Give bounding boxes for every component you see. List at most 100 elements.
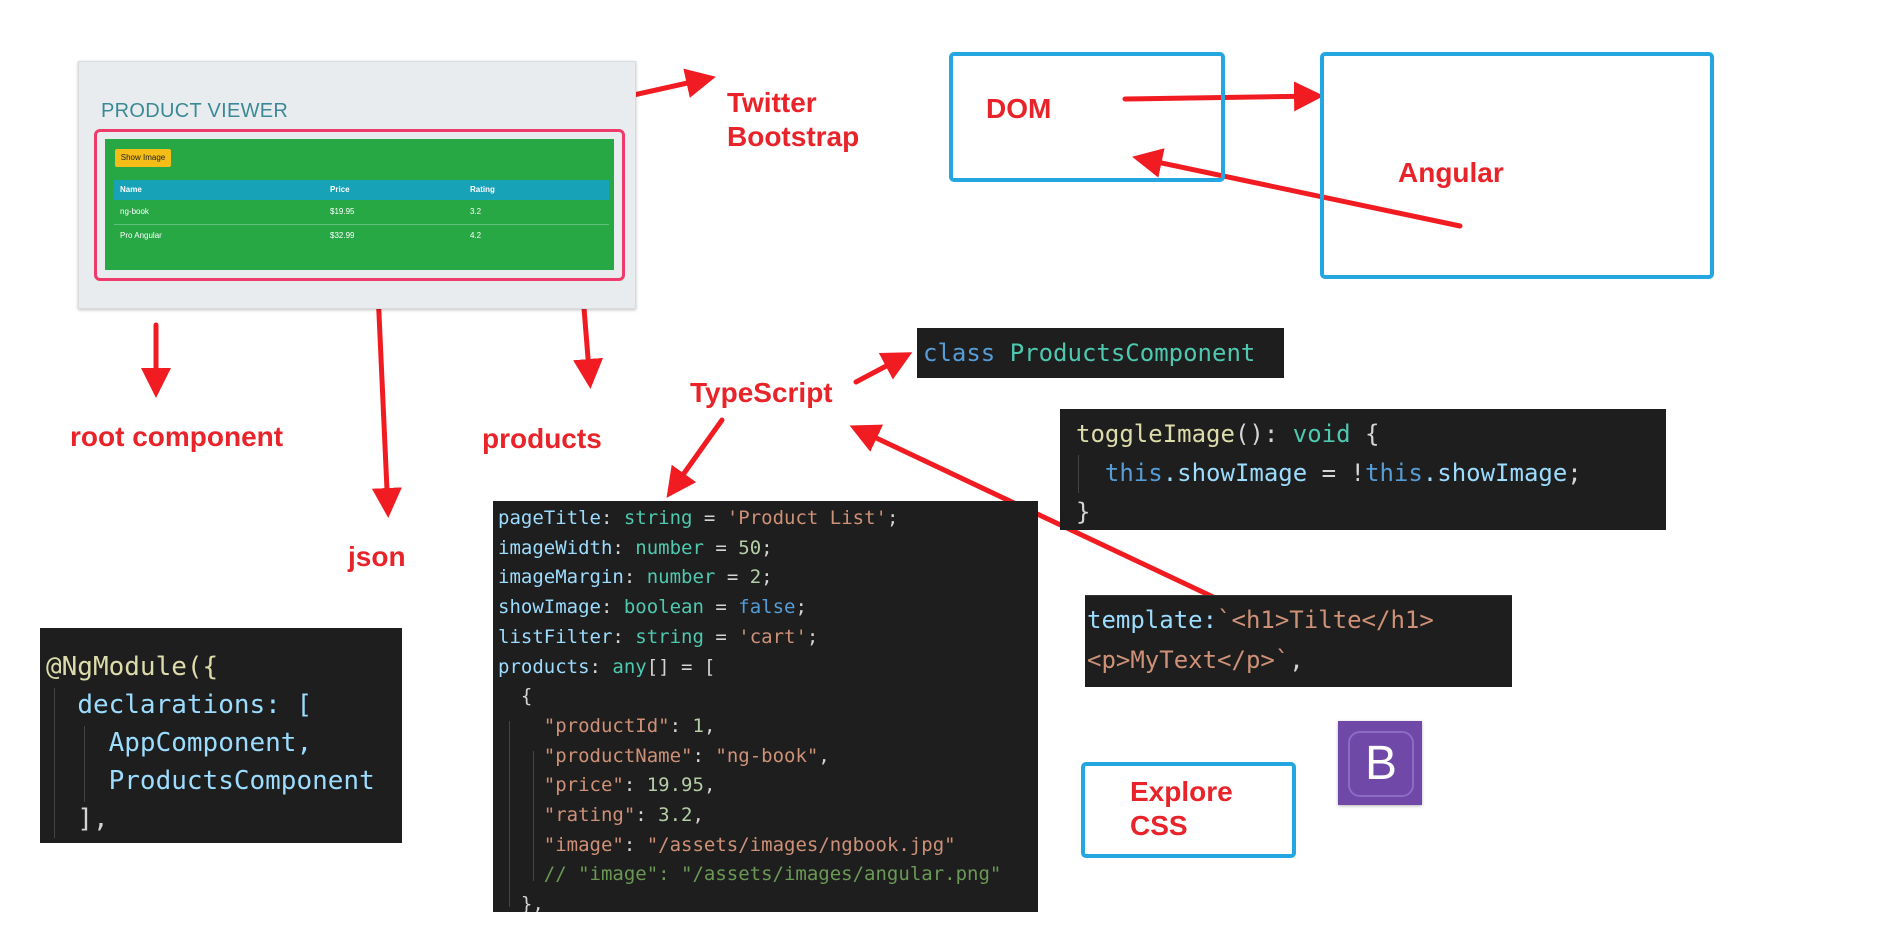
code-token: { (1350, 420, 1380, 448)
cell-price: $32.99 (330, 231, 355, 240)
code-token: .showImage (1422, 459, 1568, 487)
code-token: "productName" (543, 744, 693, 767)
code-token: "/assets/images/ngbook.jpg" (646, 833, 956, 856)
code-token: boolean (623, 596, 704, 619)
code-token: `<h1>Tilte</h1> (1217, 606, 1434, 634)
label-twitter: Twitter (727, 87, 817, 118)
label-products: products (482, 423, 602, 454)
code-token: <p>MyText</p>` (1087, 646, 1290, 674)
code-line: toggleImage(): void { (1076, 415, 1666, 454)
code-line: ], (46, 800, 402, 838)
code-token: false (738, 596, 796, 619)
product-panel: Show Image Name Price Rating ng-book $19… (105, 139, 614, 270)
cell-rating: 3.2 (470, 207, 482, 216)
code-token: 2 (749, 566, 762, 589)
label-json: json (348, 541, 406, 572)
indent-guide (1078, 455, 1079, 493)
code-token: products (498, 655, 590, 678)
code-token: ], (77, 804, 109, 834)
code-line: showImage: boolean = false; (498, 596, 807, 619)
code-token: "price" (543, 774, 624, 797)
label-root-component: root component (70, 421, 284, 452)
code-token: number (646, 566, 716, 589)
angular-box (1320, 52, 1714, 279)
show-image-button[interactable]: Show Image (115, 149, 171, 167)
code-token: AppComponent, (108, 728, 313, 758)
toggle-image-code: toggleImage(): void { this.showImage = !… (1060, 409, 1666, 530)
label-bootstrap: Bootstrap (727, 121, 860, 152)
product-table-header: Name Price Rating (114, 180, 609, 200)
column-header-name: Name (120, 185, 142, 194)
products-properties-code: pageTitle: string = 'Product List'; image… (493, 501, 1038, 912)
indent-guide (54, 688, 55, 838)
code-line: ProductsComponent (46, 762, 402, 800)
code-token: 'Product List' (726, 507, 887, 529)
code-token: this (1365, 459, 1423, 487)
code-keyword: class (923, 339, 996, 367)
cell-name: ng-book (120, 207, 149, 216)
code-token: 50 (738, 536, 762, 559)
code-line: "productName": "ng-book", (543, 744, 830, 767)
template-code: template:`<h1>Tilte</h1> <p>MyText</p>`, (1085, 595, 1512, 687)
code-line: @NgModule({ (46, 652, 219, 682)
code-line: imageWidth: number = 50; (498, 536, 773, 559)
table-row: ng-book $19.95 3.2 (114, 200, 609, 225)
ngmodule-code: @NgModule({ declarations: [ AppComponent… (40, 628, 402, 843)
code-line: }, (498, 890, 1038, 912)
code-token: = ! (1307, 459, 1365, 487)
code-line: "rating": 3.2, (543, 804, 704, 827)
code-token: }, (520, 893, 544, 912)
product-viewer-screenshot: PRODUCT VIEWER Show Image Name Price Rat… (78, 61, 636, 309)
code-token: 1 (692, 714, 704, 737)
code-token: .showImage (1162, 459, 1308, 487)
code-token: (): (1234, 420, 1293, 448)
code-token: template: (1087, 606, 1218, 634)
code-token: string (635, 625, 704, 648)
code-token: { (520, 685, 533, 708)
code-token: any (612, 655, 647, 678)
explore-css-box (1081, 762, 1296, 858)
cell-rating: 4.2 (470, 231, 482, 240)
label-typescript: TypeScript (690, 377, 833, 408)
code-token: [] = [ (646, 655, 716, 678)
code-line: { (498, 682, 1038, 712)
label-twitter-bootstrap: Twitter Bootstrap (727, 86, 859, 154)
indent-guide (533, 751, 534, 881)
arrow-typescript-to-props (666, 417, 725, 498)
cell-name: Pro Angular (120, 231, 162, 240)
code-token: string (623, 507, 693, 529)
cell-price: $19.95 (330, 207, 355, 216)
code-token: "productId" (543, 714, 670, 737)
code-token: imageWidth (498, 536, 613, 559)
code-token: "ng-book" (715, 744, 819, 767)
arrow-typescript-to-class (853, 352, 913, 385)
code-line: "image": "/assets/images/ngbook.jpg" (543, 833, 956, 856)
code-line: listFilter: string = 'cart'; (498, 625, 819, 648)
code-token: toggleImage (1076, 420, 1235, 448)
bootstrap-logo-icon: B (1338, 721, 1422, 805)
column-header-rating: Rating (470, 185, 495, 194)
indent-guide (509, 721, 510, 907)
code-token: declarations: [ (77, 690, 313, 720)
code-token: 3.2 (658, 804, 693, 827)
code-token: 'cart' (738, 625, 807, 648)
code-line: "productId": 1, (543, 714, 716, 737)
product-component-highlight: Show Image Name Price Rating ng-book $19… (94, 129, 625, 281)
code-line: "price": 19.95, (543, 774, 716, 797)
code-token: "image" (543, 833, 624, 856)
code-token: void (1292, 420, 1351, 448)
code-line: // "image": "/assets/images/angular.png" (498, 860, 1038, 890)
code-token: ProductsComponent (108, 766, 375, 796)
product-viewer-title: PRODUCT VIEWER (101, 100, 289, 122)
code-token: imageMargin (498, 566, 624, 589)
code-token: "rating" (543, 804, 636, 827)
code-line: template:`<h1>Tilte</h1> (1087, 600, 1512, 640)
code-line: AppComponent, (46, 724, 402, 762)
code-line: <p>MyText</p>`, (1087, 640, 1512, 680)
code-line: } (1076, 498, 1091, 526)
code-token: showImage (498, 596, 601, 619)
code-token: this (1104, 459, 1163, 487)
bootstrap-logo-letter: B (1348, 731, 1414, 797)
code-line: pageTitle: string = 'Product List'; (498, 507, 899, 529)
code-token: number (635, 536, 704, 559)
